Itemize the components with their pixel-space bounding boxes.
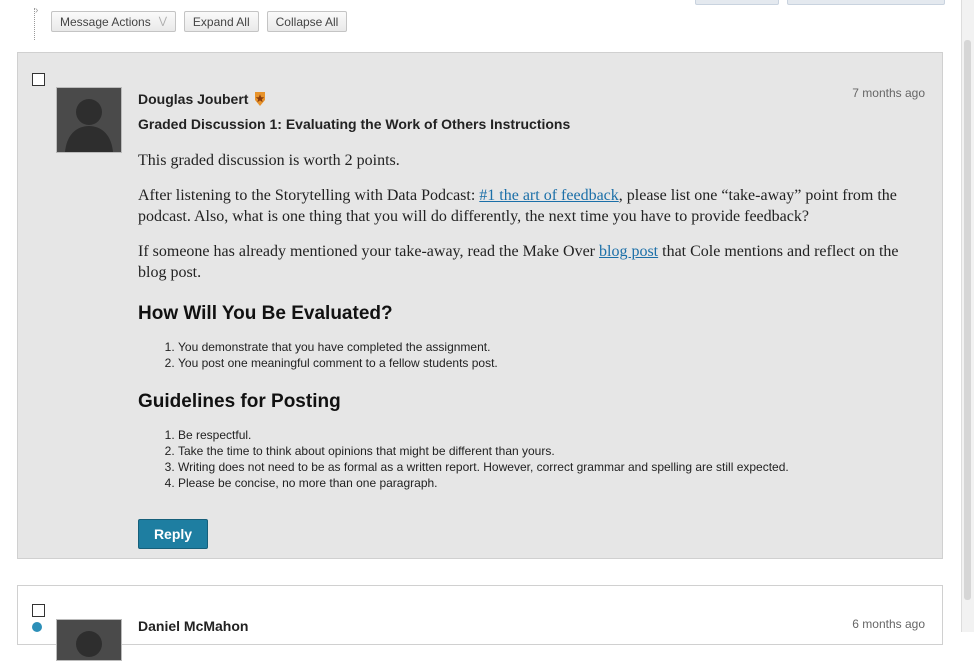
author-name: Douglas Joubert <box>138 91 249 107</box>
paragraph: This graded discussion is worth 2 points… <box>138 152 400 169</box>
list-item: Be respectful. <box>178 427 928 443</box>
list-item: Take the time to think about opinions th… <box>178 443 928 459</box>
text: After listening to the Storytelling with… <box>138 187 480 204</box>
select-post-checkbox[interactable] <box>32 604 45 617</box>
avatar <box>56 87 122 153</box>
list-item: Writing does not need to be as formal as… <box>178 459 928 475</box>
post-author[interactable]: Douglas Joubert <box>138 91 268 107</box>
post-timestamp: 6 months ago <box>852 617 925 631</box>
section-heading: How Will You Be Evaluated? <box>138 303 393 324</box>
guidelines-list: Be respectful. Take the time to think ab… <box>138 427 928 491</box>
reply-button[interactable]: Reply <box>138 519 208 549</box>
list-item: You post one meaningful comment to a fel… <box>178 355 928 371</box>
default-user-icon <box>57 620 121 660</box>
blog-post-link[interactable]: blog post <box>599 243 658 260</box>
unread-indicator-icon <box>32 622 42 632</box>
podcast-link[interactable]: #1 the art of feedback <box>479 187 618 204</box>
discussion-post: Douglas Joubert 7 months ago Graded Disc… <box>17 52 943 559</box>
partial-button[interactable] <box>787 0 945 5</box>
select-post-checkbox[interactable] <box>32 73 45 86</box>
tree-arrow-icon: › <box>35 5 39 16</box>
paragraph: If someone has already mentioned your ta… <box>138 241 928 283</box>
top-strip <box>0 0 960 6</box>
message-actions-label: Message Actions <box>60 14 151 29</box>
list-item: You demonstrate that you have completed … <box>178 339 928 355</box>
collapse-all-button[interactable]: Collapse All <box>266 11 348 32</box>
paragraph: After listening to the Storytelling with… <box>138 185 928 227</box>
partial-button[interactable] <box>695 0 779 5</box>
list-item: Please be concise, no more than one para… <box>178 475 928 491</box>
discussion-post: Daniel McMahon 6 months ago <box>17 585 943 661</box>
scrollbar-thumb[interactable] <box>964 40 971 600</box>
post-body: This graded discussion is worth 2 points… <box>138 150 928 491</box>
avatar <box>56 619 122 661</box>
message-actions-button[interactable]: Message Actions ⋁ <box>51 11 176 32</box>
text: If someone has already mentioned your ta… <box>138 243 599 260</box>
expand-all-button[interactable]: Expand All <box>183 11 259 32</box>
chevron-down-icon: ⋁ <box>158 16 167 27</box>
evaluation-list: You demonstrate that you have completed … <box>138 339 928 371</box>
default-user-icon <box>57 88 121 152</box>
vertical-scrollbar[interactable] <box>961 0 974 632</box>
section-heading: Guidelines for Posting <box>138 391 341 412</box>
post-timestamp: 7 months ago <box>852 86 925 100</box>
star-badge-icon <box>252 91 268 107</box>
post-subject: Graded Discussion 1: Evaluating the Work… <box>138 116 571 132</box>
message-toolbar: Message Actions ⋁ Expand All Collapse Al… <box>51 11 348 32</box>
